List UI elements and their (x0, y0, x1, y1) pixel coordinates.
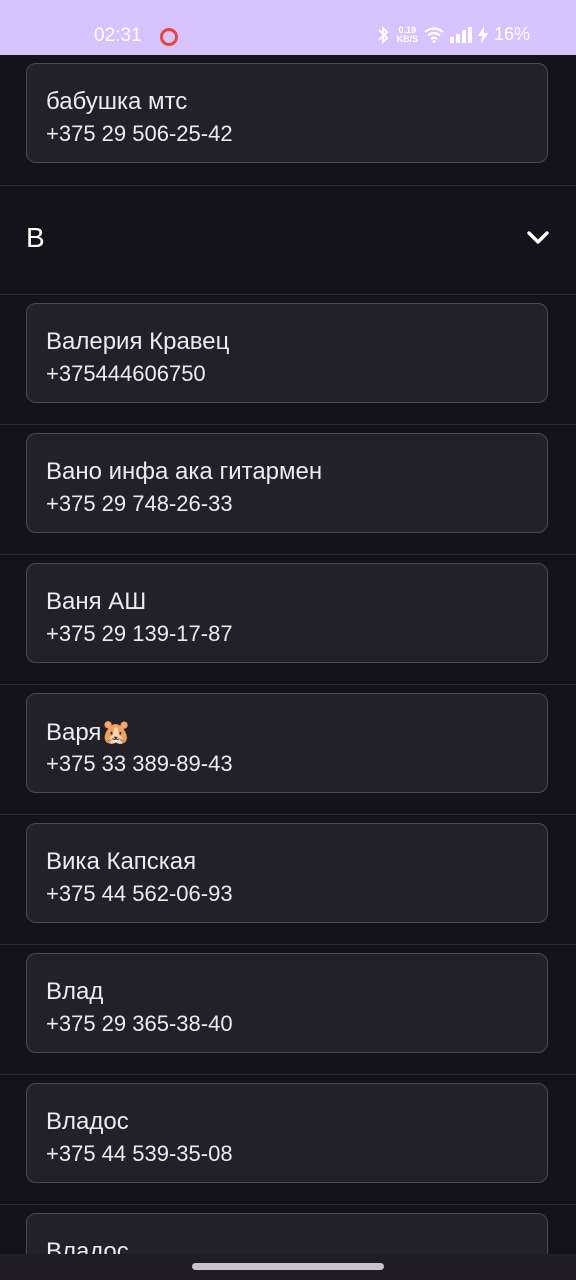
contact-row: Ваня АШ +375 29 139-17-87 (0, 555, 576, 685)
contact-phone: +375 29 365-38-40 (46, 1011, 233, 1036)
contact-phone: +375444606750 (46, 361, 206, 386)
contact-row: Валерия Кравец +375444606750 (0, 295, 576, 425)
contact-name: Ваня АШ (46, 588, 147, 615)
section-header[interactable]: В (0, 186, 576, 295)
contact-row: Владос +375 44 539-35-08 (0, 1075, 576, 1205)
wifi-icon (424, 26, 444, 43)
contact-name: Валерия Кравец (46, 328, 230, 355)
contact-phone: +375 29 506-25-42 (46, 121, 233, 146)
contact-name: Варя🐹 (46, 719, 132, 746)
contact-row: Влад +375 29 365-38-40 (0, 945, 576, 1075)
net-speed-unit: KB/S (396, 33, 418, 44)
signal-icon (449, 26, 472, 43)
contact-phone: +375 44 562-06-93 (46, 881, 233, 906)
contact-row: Вика Капская +375 44 562-06-93 (0, 815, 576, 945)
contact-card[interactable]: Владос +375 44 539-35-08 (26, 1083, 548, 1183)
contact-card[interactable]: Ваня АШ +375 29 139-17-87 (26, 563, 548, 663)
battery-level: 16% (493, 24, 530, 44)
contact-phone: +375 29 139-17-87 (46, 621, 233, 646)
bluetooth-icon (378, 25, 389, 44)
contact-phone: +375 33 389-89-43 (46, 751, 233, 776)
chevron-down-icon[interactable] (526, 230, 550, 246)
status-time: 02:31 (94, 25, 142, 46)
contact-phone: +375 44 539-35-08 (46, 1141, 233, 1166)
record-icon (160, 28, 178, 46)
contact-row: Вано инфа ака гитармен +375 29 748-26-33 (0, 425, 576, 555)
contact-row: Варя🐹 +375 33 389-89-43 (0, 685, 576, 815)
contact-name: Вано инфа ака гитармен (46, 458, 323, 485)
contact-card[interactable]: Вано инфа ака гитармен +375 29 748-26-33 (26, 433, 548, 533)
home-gesture-handle[interactable] (192, 1263, 384, 1270)
contacts-screen: 02:31 0.19 KB/S 16% бабушка мтс +375 29 … (0, 0, 576, 1280)
contact-phone: +375 29 748-26-33 (46, 491, 233, 516)
contact-list[interactable]: бабушка мтс +375 29 506-25-42 В Валерия … (0, 55, 576, 1280)
contact-name: Владос (46, 1108, 129, 1135)
contact-name: бабушка мтс (46, 88, 188, 115)
contact-name: Вика Капская (46, 848, 197, 875)
contact-card[interactable]: Влад +375 29 365-38-40 (26, 953, 548, 1053)
contact-name: Влад (46, 978, 104, 1005)
contact-row: бабушка мтс +375 29 506-25-42 (0, 55, 576, 186)
charging-icon (477, 25, 488, 44)
section-letter: В (26, 222, 45, 253)
status-bar: 02:31 0.19 KB/S 16% (0, 0, 576, 55)
contact-card[interactable]: бабушка мтс +375 29 506-25-42 (26, 63, 548, 163)
contact-card[interactable]: Валерия Кравец +375444606750 (26, 303, 548, 403)
contact-card[interactable]: Вика Капская +375 44 562-06-93 (26, 823, 548, 923)
navigation-bar (0, 1254, 576, 1280)
contact-card[interactable]: Варя🐹 +375 33 389-89-43 (26, 693, 548, 793)
status-icons: 0.19 KB/S 16% (376, 24, 530, 45)
net-speed: 0.19 KB/S (396, 25, 418, 44)
